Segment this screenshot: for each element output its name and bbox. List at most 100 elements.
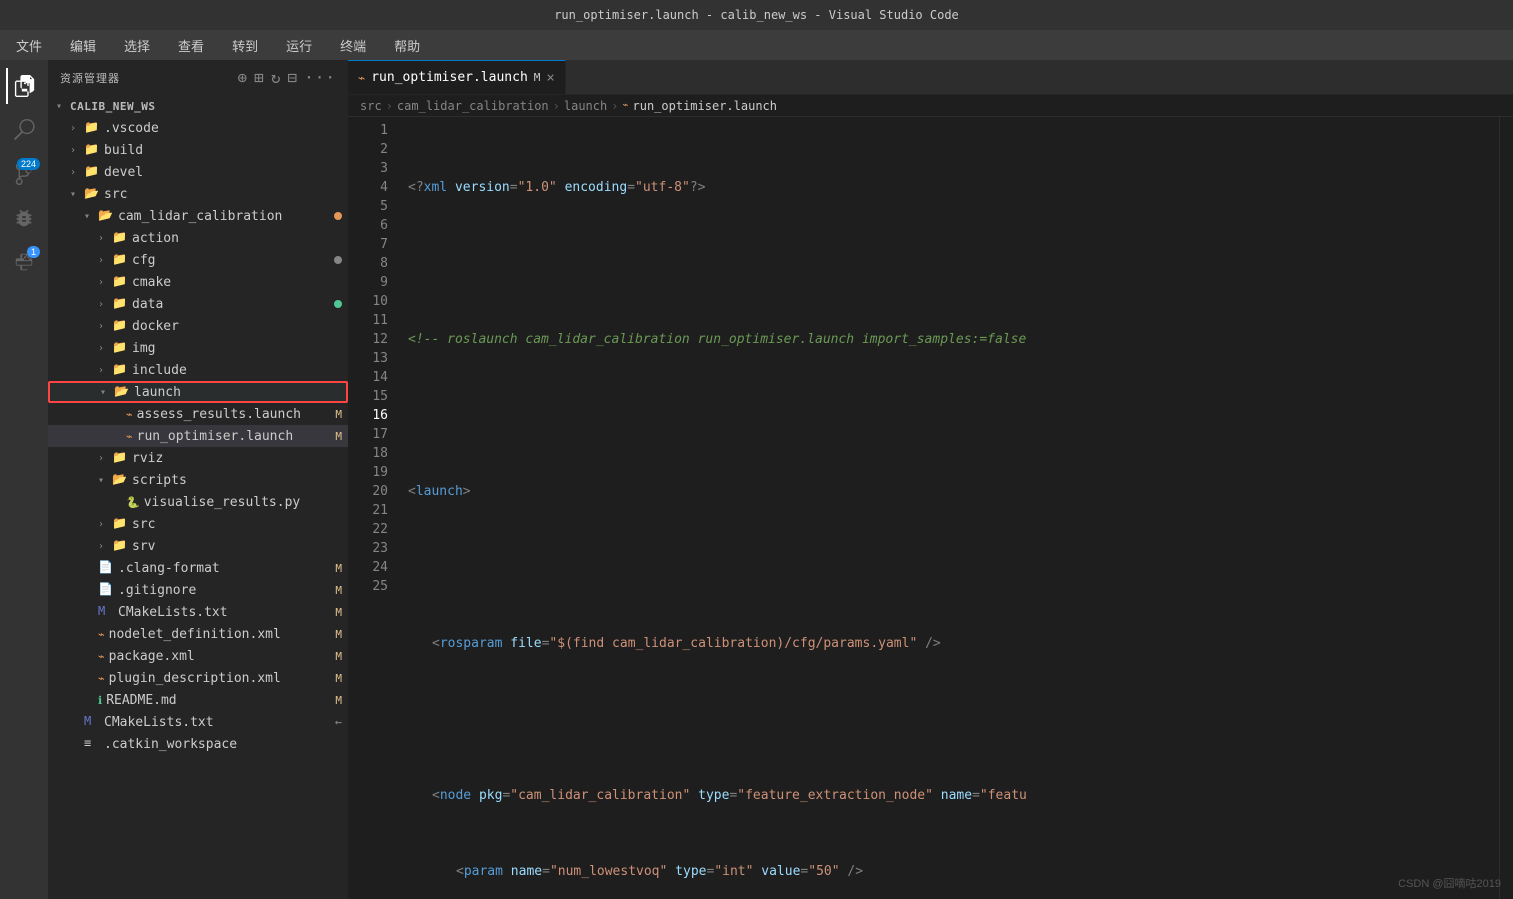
source-control-badge: 224 (17, 158, 40, 170)
folder-icon: 📁 (112, 274, 128, 290)
ln-1: 1 (348, 121, 388, 140)
modified-badge3: M (335, 606, 342, 619)
menu-item-转到[interactable]: 转到 (226, 34, 264, 57)
sidebar-item-cam-lidar[interactable]: ▾ 📂 cam_lidar_calibration (48, 205, 348, 227)
sidebar-item-cmakelists-root[interactable]: › M CMakeLists.txt ← (48, 711, 348, 733)
sidebar-item-cmake[interactable]: › 📁 cmake (48, 271, 348, 293)
cmake-icon: M (84, 714, 100, 730)
collapse-icon[interactable]: ⊟ (287, 68, 298, 87)
breadcrumb-sep1: › (386, 99, 393, 113)
code-line-4 (408, 406, 1499, 425)
sidebar-item-catkin[interactable]: › ≡ .catkin_workspace (48, 733, 348, 755)
tab-close-button[interactable]: × (546, 70, 554, 86)
ros-file-icon-2: ⌁ (126, 430, 133, 443)
more-actions-icon[interactable]: ··· (304, 68, 336, 87)
sidebar-item-scripts[interactable]: ▾ 📂 scripts (48, 469, 348, 491)
sidebar-actions: ⊕ ⊞ ↻ ⊟ ··· (238, 68, 336, 87)
menu-item-查看[interactable]: 查看 (172, 34, 210, 57)
source-control-icon[interactable]: 224 (6, 156, 42, 192)
modified-m-2: M (335, 430, 342, 443)
sidebar-item-img[interactable]: › 📁 img (48, 337, 348, 359)
sidebar-item-visualise[interactable]: › 🐍 visualise_results.py (48, 491, 348, 513)
ln-22: 22 (348, 520, 388, 539)
ln-11: 11 (348, 311, 388, 330)
ln-7: 7 (348, 235, 388, 254)
folder-icon: 📁 (112, 318, 128, 334)
editor-content[interactable]: 1 2 3 4 5 6 7 8 9 10 11 12 13 14 15 16 1… (348, 117, 1513, 899)
breadcrumb: src › cam_lidar_calibration › launch › ⌁… (348, 95, 1513, 117)
tab-spacer (566, 60, 1513, 94)
sidebar-item-action[interactable]: › 📁 action (48, 227, 348, 249)
modified-badge4: M (335, 628, 342, 641)
ln-2: 2 (348, 140, 388, 159)
folder-open-icon: 📂 (112, 472, 128, 488)
ln-14: 14 (348, 368, 388, 387)
menu-item-运行[interactable]: 运行 (280, 34, 318, 57)
new-folder-icon[interactable]: ⊞ (254, 68, 265, 87)
sidebar-item-run-optimiser[interactable]: › ⌁ run_optimiser.launch M (48, 425, 348, 447)
arrow-collapsed: › (98, 277, 112, 288)
extensions-icon[interactable]: 1 (6, 244, 42, 280)
refresh-icon[interactable]: ↻ (271, 68, 282, 87)
code-line-5: <launch> (408, 482, 1499, 501)
code-line-9: <node pkg="cam_lidar_calibration" type="… (408, 786, 1499, 805)
breadcrumb-file-icon: ⌁ (622, 100, 628, 111)
sidebar-item-build[interactable]: › 📁 build (48, 139, 348, 161)
scrollbar-track[interactable] (1499, 117, 1513, 899)
breadcrumb-launch[interactable]: launch (564, 99, 607, 113)
search-icon[interactable] (6, 112, 42, 148)
breadcrumb-cam-lidar[interactable]: cam_lidar_calibration (397, 99, 549, 113)
ln-18: 18 (348, 444, 388, 463)
sidebar-item-include[interactable]: › 📁 include (48, 359, 348, 381)
modified-badge5: M (335, 650, 342, 663)
code-line-7: <rosparam file="$(find cam_lidar_calibra… (408, 634, 1499, 653)
sidebar-item-rviz[interactable]: › 📁 rviz (48, 447, 348, 469)
menu-item-文件[interactable]: 文件 (10, 34, 48, 57)
menu-item-编辑[interactable]: 编辑 (64, 34, 102, 57)
arrow-collapsed: › (70, 167, 84, 178)
sidebar-item-readme[interactable]: › ℹ README.md M (48, 689, 348, 711)
sidebar-item-cfg[interactable]: › 📁 cfg (48, 249, 348, 271)
menu-item-终端[interactable]: 终端 (334, 34, 372, 57)
sidebar-item-docker[interactable]: › 📁 docker (48, 315, 348, 337)
code-area[interactable]: <?xml version="1.0" encoding="utf-8"?> <… (398, 117, 1499, 899)
sidebar-item-gitignore[interactable]: › 📄 .gitignore M (48, 579, 348, 601)
debug-icon[interactable] (6, 200, 42, 236)
arrow-collapsed: › (70, 145, 84, 156)
new-file-icon[interactable]: ⊕ (238, 68, 249, 87)
arrow-icon: ▾ (56, 101, 70, 112)
sidebar-item-plugin[interactable]: › ⌁ plugin_description.xml M (48, 667, 348, 689)
file-icon: 📄 (98, 582, 114, 598)
sidebar-item-assess-results[interactable]: › ⌁ assess_results.launch M (48, 403, 348, 425)
menu-item-帮助[interactable]: 帮助 (388, 34, 426, 57)
activity-bar: 224 1 (0, 60, 48, 899)
breadcrumb-src[interactable]: src (360, 99, 382, 113)
sidebar-item-srv[interactable]: › 📁 srv (48, 535, 348, 557)
workspace-root[interactable]: ▾ CALIB_NEW_WS (48, 95, 348, 117)
arrow-expanded: ▾ (70, 189, 84, 200)
breadcrumb-filename[interactable]: run_optimiser.launch (633, 99, 778, 113)
sidebar-item-launch[interactable]: ▾ 📂 launch (48, 381, 348, 403)
arrow-collapsed: › (70, 123, 84, 134)
main-layout: 224 1 资源管理器 ⊕ ⊞ ↻ ⊟ ··· ▾ CALIB_NEW_WS (0, 60, 1513, 899)
sidebar-item-data[interactable]: › 📁 data (48, 293, 348, 315)
menu-item-选择[interactable]: 选择 (118, 34, 156, 57)
sidebar-item-src2[interactable]: › 📁 src (48, 513, 348, 535)
ln-6: 6 (348, 216, 388, 235)
sidebar-item-cmakelists[interactable]: › M CMakeLists.txt M (48, 601, 348, 623)
title-text: run_optimiser.launch - calib_new_ws - Vi… (554, 8, 959, 22)
tab-label: run_optimiser.launch (371, 70, 528, 85)
code-line-3: <!-- roslaunch cam_lidar_calibration run… (408, 330, 1499, 349)
folder-icon: 📁 (84, 164, 100, 180)
modified-badge2: M (335, 584, 342, 597)
explorer-icon[interactable] (6, 68, 42, 104)
tab-run-optimiser[interactable]: ⌁ run_optimiser.launch M × (348, 60, 566, 94)
sidebar-item-devel[interactable]: › 📁 devel (48, 161, 348, 183)
sidebar-item-vscode[interactable]: › 📁 .vscode (48, 117, 348, 139)
arrow-collapsed: › (98, 365, 112, 376)
sidebar-item-src[interactable]: ▾ 📂 src (48, 183, 348, 205)
sidebar-item-clang[interactable]: › 📄 .clang-format M (48, 557, 348, 579)
sidebar-item-nodelet[interactable]: › ⌁ nodelet_definition.xml M (48, 623, 348, 645)
sidebar-item-package[interactable]: › ⌁ package.xml M (48, 645, 348, 667)
data-dot (334, 300, 342, 308)
